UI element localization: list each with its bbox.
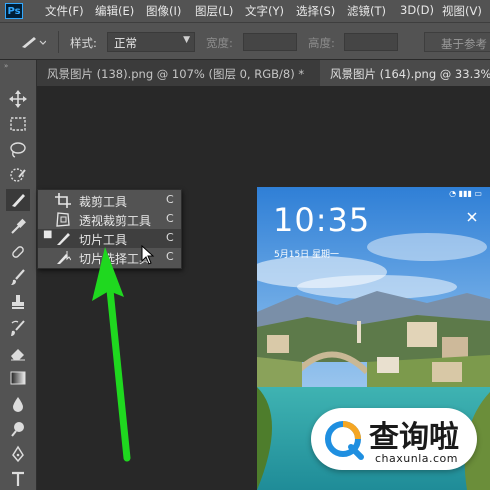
- rect-marquee-icon: [10, 117, 26, 131]
- style-select-value: 正常: [114, 36, 137, 50]
- type-tool[interactable]: [6, 468, 30, 490]
- clone-stamp-tool[interactable]: [6, 291, 30, 313]
- menu-image[interactable]: 图像(I): [146, 3, 181, 19]
- selected-bullet-icon: ■: [43, 229, 53, 240]
- watermark-url: chaxunla.com: [375, 452, 458, 465]
- menu-file[interactable]: 文件(F): [45, 3, 84, 19]
- eyedropper-icon: [11, 218, 26, 234]
- flyout-shortcut: C: [166, 250, 174, 263]
- flyout-shortcut: C: [166, 212, 174, 225]
- width-label: 宽度:: [206, 36, 233, 50]
- menu-view[interactable]: 视图(V): [442, 3, 482, 19]
- move-icon: [9, 90, 27, 108]
- watermark-chinese-text: 查询啦: [369, 420, 459, 455]
- annotation-arrow-icon: [92, 247, 131, 462]
- watermark-badge: 查询啦 chaxunla.com: [311, 408, 477, 470]
- ref-guides-button[interactable]: 基于参考: [424, 32, 490, 52]
- phone-status-icons: ◔ ▮▮▮ ▭: [449, 189, 482, 198]
- brush-tool[interactable]: [6, 266, 30, 288]
- menu-filter[interactable]: 滤镜(T): [347, 3, 386, 19]
- slice-icon: [22, 37, 47, 48]
- flyout-shortcut: C: [166, 231, 174, 244]
- crop-icon: [55, 193, 71, 208]
- healing-brush-tool[interactable]: [6, 241, 30, 263]
- move-tool[interactable]: [6, 88, 30, 110]
- flyout-item-perspective-crop[interactable]: 透视裁剪工具 C: [38, 210, 181, 229]
- type-icon: [12, 471, 24, 486]
- menu-select[interactable]: 选择(S): [296, 3, 335, 19]
- bandage-icon: [12, 246, 24, 258]
- brush-icon: [11, 269, 25, 285]
- gradient-tool[interactable]: [6, 367, 30, 389]
- flyout-item-crop[interactable]: 裁剪工具 C: [38, 191, 181, 210]
- tab-title: 风景图片 (164).png @ 33.3%(图: [330, 67, 490, 81]
- collapse-icon[interactable]: »: [4, 62, 8, 70]
- chevron-down-icon: ▼: [183, 35, 190, 45]
- menu-edit[interactable]: 编辑(E): [95, 3, 134, 19]
- dodge-icon: [11, 422, 24, 437]
- toolbox: »: [0, 60, 37, 490]
- gradient-icon: [10, 371, 26, 385]
- document-tab-bar: 风景图片 (138).png @ 107% (图层 0, RGB/8) *× 风…: [37, 60, 490, 86]
- menu-type[interactable]: 文字(Y): [245, 3, 284, 19]
- menu-bar: Ps 文件(F) 编辑(E) 图像(I) 图层(L) 文字(Y) 选择(S) 滤…: [0, 0, 490, 22]
- style-label: 样式:: [70, 36, 97, 50]
- lockscreen-time: 10:35: [273, 201, 371, 239]
- tab-document-164[interactable]: 风景图片 (164).png @ 33.3%(图: [320, 60, 490, 86]
- tab-document-138[interactable]: 风景图片 (138).png @ 107% (图层 0, RGB/8) *×: [37, 60, 310, 86]
- history-brush-tool[interactable]: [6, 317, 30, 339]
- stamp-icon: [12, 295, 24, 309]
- width-field[interactable]: [243, 33, 297, 51]
- eraser-icon: [11, 349, 25, 361]
- quick-select-tool[interactable]: [6, 164, 30, 186]
- marquee-tool[interactable]: [6, 113, 30, 135]
- tool-preset-picker[interactable]: [18, 33, 47, 51]
- slice-knife-icon: [12, 194, 25, 207]
- menu-3d[interactable]: 3D(D): [400, 3, 434, 17]
- slice-icon: [57, 233, 70, 245]
- ref-guides-label: 基于参考: [441, 37, 487, 51]
- style-select[interactable]: 正常 ▼: [107, 32, 195, 52]
- options-divider: [58, 31, 59, 53]
- eraser-tool[interactable]: [6, 342, 30, 364]
- watermark-logo-icon: [325, 421, 364, 460]
- flyout-label: 裁剪工具: [79, 195, 128, 209]
- height-field[interactable]: [344, 33, 398, 51]
- flyout-label: 透视裁剪工具: [79, 214, 152, 228]
- lasso-tool[interactable]: [6, 139, 30, 161]
- droplet-icon: [13, 397, 23, 412]
- photoshop-logo[interactable]: Ps: [5, 3, 23, 19]
- history-brush-icon: [11, 320, 25, 336]
- blur-tool[interactable]: [6, 393, 30, 415]
- pen-tool[interactable]: [6, 443, 30, 465]
- perspective-crop-icon: [56, 212, 70, 227]
- height-label: 高度:: [308, 36, 335, 50]
- slice-tool[interactable]: [6, 189, 30, 211]
- slice-select-icon: [57, 251, 71, 264]
- flyout-shortcut: C: [166, 193, 174, 206]
- eyedropper-tool[interactable]: [6, 215, 30, 237]
- dodge-tool[interactable]: [6, 418, 30, 440]
- mouse-cursor-icon: [141, 245, 155, 265]
- options-bar: 样式: 正常 ▼ 宽度: 高度: 基于参考: [0, 22, 490, 60]
- tab-title: 风景图片 (138).png @ 107% (图层 0, RGB/8) *: [47, 67, 305, 81]
- pen-icon: [12, 445, 24, 463]
- menu-layer[interactable]: 图层(L): [195, 3, 233, 19]
- quick-selection-icon: [10, 168, 26, 182]
- lasso-icon: [10, 142, 26, 158]
- lockscreen-date: 5月15日 星期一: [274, 250, 340, 260]
